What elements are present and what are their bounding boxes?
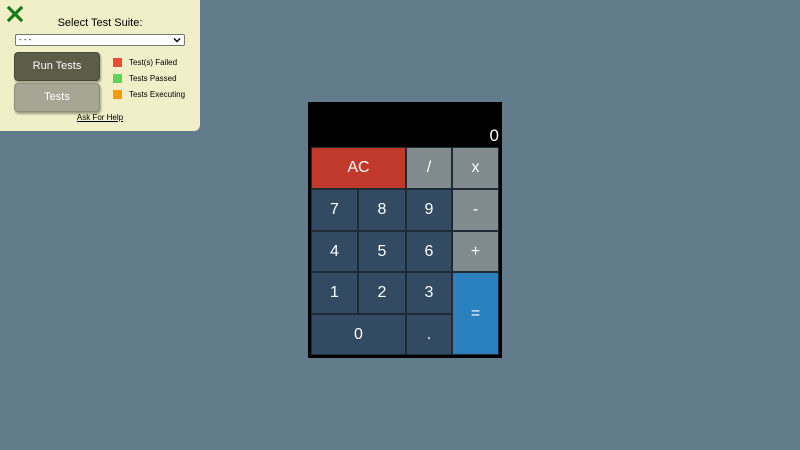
zero-button[interactable]: 0 [311,314,406,355]
four-button[interactable]: 4 [311,231,358,272]
test-suite-select[interactable]: - - - [15,34,185,46]
ask-for-help-link[interactable]: Ask For Help [0,113,200,122]
three-button[interactable]: 3 [406,272,452,314]
executing-swatch [113,90,122,99]
select-value: - - - [19,35,32,44]
legend-failed-label: Test(s) Failed [129,58,178,67]
legend-passed-label: Tests Passed [129,74,177,83]
five-button[interactable]: 5 [358,231,406,272]
tests-button[interactable]: Tests [14,83,100,112]
multiply-button[interactable]: x [452,147,499,189]
passed-swatch [113,74,122,83]
equals-button[interactable]: = [452,272,499,355]
calculator: 0 AC / x 7 8 9 - 4 5 6 + 1 2 3 = 0 . [308,102,502,358]
calculator-display: 0 [308,102,502,146]
one-button[interactable]: 1 [311,272,358,314]
eight-button[interactable]: 8 [358,189,406,231]
add-button[interactable]: + [452,231,499,272]
divide-button[interactable]: / [406,147,452,189]
failed-swatch [113,58,122,67]
display-value: 0 [489,126,499,145]
subtract-button[interactable]: - [452,189,499,231]
run-tests-button[interactable]: Run Tests [14,52,100,81]
test-suite-panel: Select Test Suite: - - - Run Tests Tests… [0,0,200,131]
chevron-down-icon [173,38,181,43]
two-button[interactable]: 2 [358,272,406,314]
six-button[interactable]: 6 [406,231,452,272]
nine-button[interactable]: 9 [406,189,452,231]
legend-executing-label: Tests Executing [129,90,186,99]
seven-button[interactable]: 7 [311,189,358,231]
suite-title: Select Test Suite: [57,17,143,29]
decimal-button[interactable]: . [406,314,452,355]
clear-button[interactable]: AC [311,147,406,189]
